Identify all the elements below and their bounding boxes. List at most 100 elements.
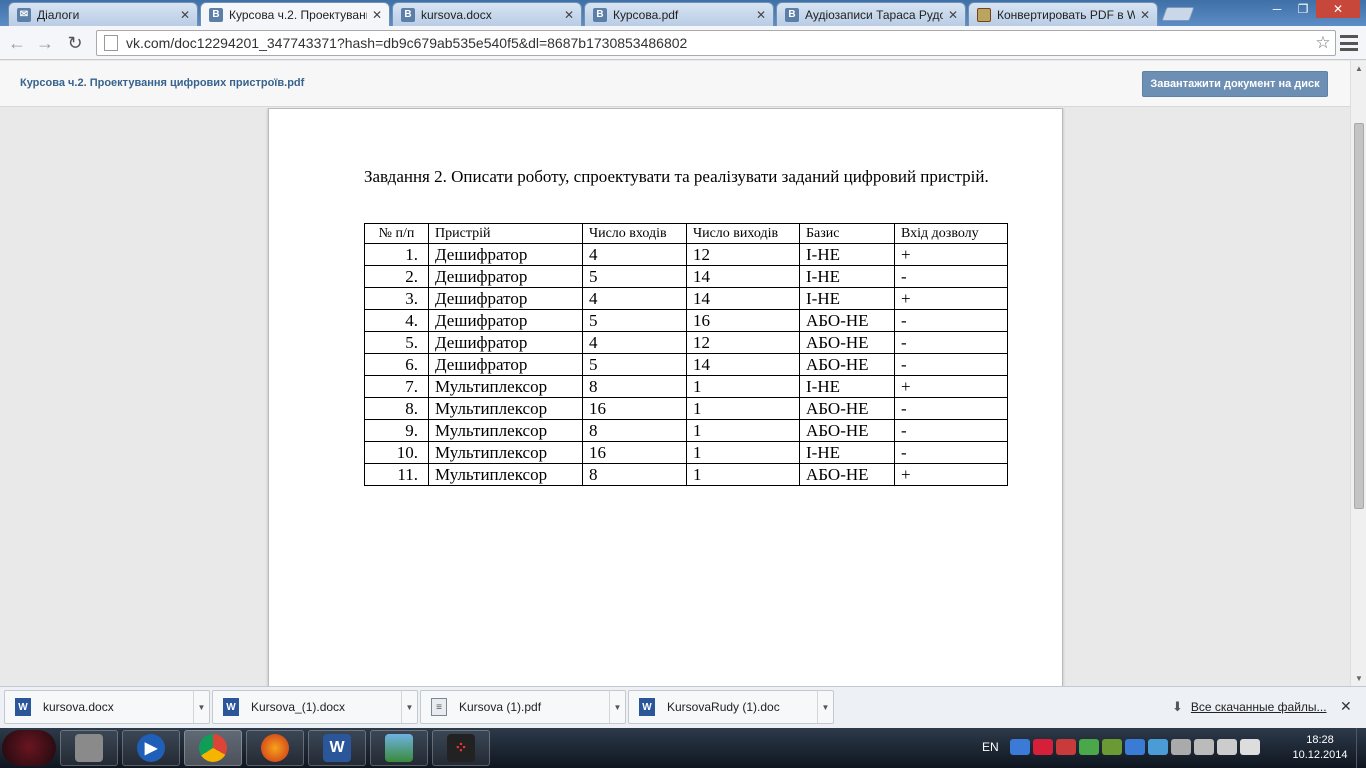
table-cell: АБО-НЕ bbox=[799, 463, 895, 486]
column-header: Пристрій bbox=[428, 223, 583, 244]
table-cell: І-НЕ bbox=[799, 375, 895, 398]
document-title: Курсова ч.2. Проектування цифрових прист… bbox=[20, 77, 305, 89]
save-to-disk-button[interactable]: Завантажити документ на диск bbox=[1142, 71, 1328, 97]
scroll-down-icon[interactable]: ▼ bbox=[1351, 671, 1366, 685]
tray-app-icon[interactable] bbox=[1010, 739, 1030, 755]
close-icon[interactable]: ✕ bbox=[947, 8, 959, 22]
word-icon[interactable]: W bbox=[308, 730, 366, 766]
close-icon[interactable]: ✕ bbox=[179, 8, 191, 22]
chevron-down-icon[interactable]: ▼ bbox=[609, 691, 625, 723]
all-downloads-label[interactable]: Все скачанные файлы... bbox=[1191, 700, 1327, 714]
table-cell: 8. bbox=[364, 397, 429, 420]
table-cell: АБО-НЕ bbox=[799, 397, 895, 420]
address-bar[interactable]: vk.com/doc12294201_347743371?hash=db9c67… bbox=[96, 30, 1336, 56]
dice-app-icon[interactable]: ⁘ bbox=[432, 730, 490, 766]
tab-pdf-convert[interactable]: Конвертировать PDF в W ✕ bbox=[968, 2, 1158, 26]
new-tab-button[interactable] bbox=[1161, 7, 1195, 21]
close-icon[interactable]: ✕ bbox=[1340, 698, 1352, 715]
table-cell: Мультиплексор bbox=[428, 419, 583, 442]
tab-kursova-pdf[interactable]: B Курсова.pdf ✕ bbox=[584, 2, 774, 26]
table-cell: 8 bbox=[582, 419, 687, 442]
table-cell: + bbox=[894, 287, 1008, 310]
table-cell: АБО-НЕ bbox=[799, 331, 895, 354]
back-icon[interactable]: ← bbox=[6, 32, 28, 54]
tab-audio[interactable]: B Аудіозаписи Тараса Рудо ✕ bbox=[776, 2, 966, 26]
table-cell: 4 bbox=[582, 287, 687, 310]
close-icon[interactable]: ✕ bbox=[755, 8, 767, 22]
table-cell: 4. bbox=[364, 309, 429, 332]
table-row: 9. Мультиплексор 8 1 АБО-НЕ - bbox=[364, 419, 1008, 442]
all-downloads-link[interactable]: ⬇ Все скачанные файлы... bbox=[1172, 699, 1327, 715]
tray-app-icon[interactable] bbox=[1033, 739, 1053, 755]
volume-icon[interactable] bbox=[1240, 739, 1260, 755]
table-cell: - bbox=[894, 419, 1008, 442]
media-player-icon[interactable]: ▶ bbox=[122, 730, 180, 766]
table-cell: 2. bbox=[364, 265, 429, 288]
close-icon[interactable]: ✕ bbox=[1139, 8, 1151, 22]
pdf-file-icon: ≡ bbox=[431, 698, 447, 716]
windows-taskbar: ▶ W ⁘ EN 18:28 10.12.2014 bbox=[0, 728, 1366, 768]
word-file-icon: W bbox=[15, 698, 31, 716]
table-cell: 16 bbox=[582, 397, 687, 420]
task-text: Завдання 2. Описати роботу, спроектувати… bbox=[364, 167, 989, 186]
column-header: Базис bbox=[799, 223, 895, 244]
table-cell: 1 bbox=[686, 397, 800, 420]
clock[interactable]: 18:28 10.12.2014 bbox=[1290, 733, 1350, 763]
table-cell: АБО-НЕ bbox=[799, 419, 895, 442]
tab-dialogs[interactable]: ✉ Діалоги ✕ bbox=[8, 2, 198, 26]
table-cell: 14 bbox=[686, 265, 800, 288]
firefox-icon[interactable] bbox=[246, 730, 304, 766]
photo-viewer-icon[interactable] bbox=[370, 730, 428, 766]
file-manager-icon[interactable] bbox=[60, 730, 118, 766]
download-filename: Kursova (1).pdf bbox=[459, 700, 542, 714]
download-item[interactable]: ≡ Kursova (1).pdf ▼ bbox=[420, 690, 626, 724]
table-cell: - bbox=[894, 353, 1008, 376]
start-button[interactable] bbox=[2, 730, 56, 766]
pdf-convert-icon bbox=[977, 7, 991, 22]
tab-kursova-docx[interactable]: B kursova.docx ✕ bbox=[392, 2, 582, 26]
download-item[interactable]: W kursova.docx ▼ bbox=[4, 690, 210, 724]
chrome-menu-icon[interactable] bbox=[1340, 35, 1358, 51]
restore-icon[interactable]: ❐ bbox=[1290, 0, 1316, 18]
chrome-icon[interactable] bbox=[184, 730, 242, 766]
vertical-scrollbar[interactable]: ▲ ▼ bbox=[1350, 61, 1366, 686]
variants-table: № п/п Пристрій Число входів Число виході… bbox=[364, 223, 1008, 486]
document-header: Курсова ч.2. Проектування цифрових прист… bbox=[0, 61, 1350, 107]
document-viewer[interactable]: Завдання 2. Описати роботу, спроектувати… bbox=[0, 108, 1350, 686]
show-desktop-button[interactable] bbox=[1356, 728, 1366, 768]
tab-course-part2[interactable]: B Курсова ч.2. Проектування ✕ bbox=[200, 2, 390, 26]
bookmark-star-icon[interactable]: ☆ bbox=[1311, 33, 1335, 53]
table-row: 3. Дешифратор 4 14 І-НЕ + bbox=[364, 287, 1008, 310]
flag-icon[interactable] bbox=[1217, 739, 1237, 755]
info-icon[interactable] bbox=[1125, 739, 1145, 755]
table-cell: 3. bbox=[364, 287, 429, 310]
download-item[interactable]: W KursovaRudy (1).doc ▼ bbox=[628, 690, 834, 724]
chevron-down-icon[interactable]: ▼ bbox=[401, 691, 417, 723]
window-close-icon[interactable]: ✕ bbox=[1316, 0, 1360, 18]
table-cell: + bbox=[894, 463, 1008, 486]
network-icon[interactable] bbox=[1171, 739, 1191, 755]
tray-app-icon[interactable] bbox=[1056, 739, 1076, 755]
scroll-up-icon[interactable]: ▲ bbox=[1351, 61, 1366, 75]
table-cell: І-НЕ bbox=[799, 243, 895, 266]
table-row: 11. Мультиплексор 8 1 АБО-НЕ + bbox=[364, 463, 1008, 486]
tray-app-icon[interactable] bbox=[1079, 739, 1099, 755]
scroll-thumb[interactable] bbox=[1354, 123, 1364, 509]
table-cell: 1 bbox=[686, 419, 800, 442]
minimize-icon[interactable]: ─ bbox=[1264, 0, 1290, 18]
table-cell: 8 bbox=[582, 375, 687, 398]
download-item[interactable]: W Kursova_(1).docx ▼ bbox=[212, 690, 418, 724]
tab-title: kursova.docx bbox=[421, 7, 492, 22]
language-indicator[interactable]: EN bbox=[982, 740, 999, 754]
chevron-down-icon[interactable]: ▼ bbox=[193, 691, 209, 723]
chevron-down-icon[interactable]: ▼ bbox=[817, 691, 833, 723]
tray-app-icon[interactable] bbox=[1148, 739, 1168, 755]
table-row: 1. Дешифратор 4 12 І-НЕ + bbox=[364, 243, 1008, 266]
reload-icon[interactable]: ↻ bbox=[64, 32, 86, 54]
forward-icon[interactable]: → bbox=[34, 32, 56, 54]
close-icon[interactable]: ✕ bbox=[563, 8, 575, 22]
close-icon[interactable]: ✕ bbox=[371, 8, 383, 22]
usb-icon[interactable] bbox=[1194, 739, 1214, 755]
url-text[interactable]: vk.com/doc12294201_347743371?hash=db9c67… bbox=[126, 35, 1311, 51]
tray-app-icon[interactable] bbox=[1102, 739, 1122, 755]
